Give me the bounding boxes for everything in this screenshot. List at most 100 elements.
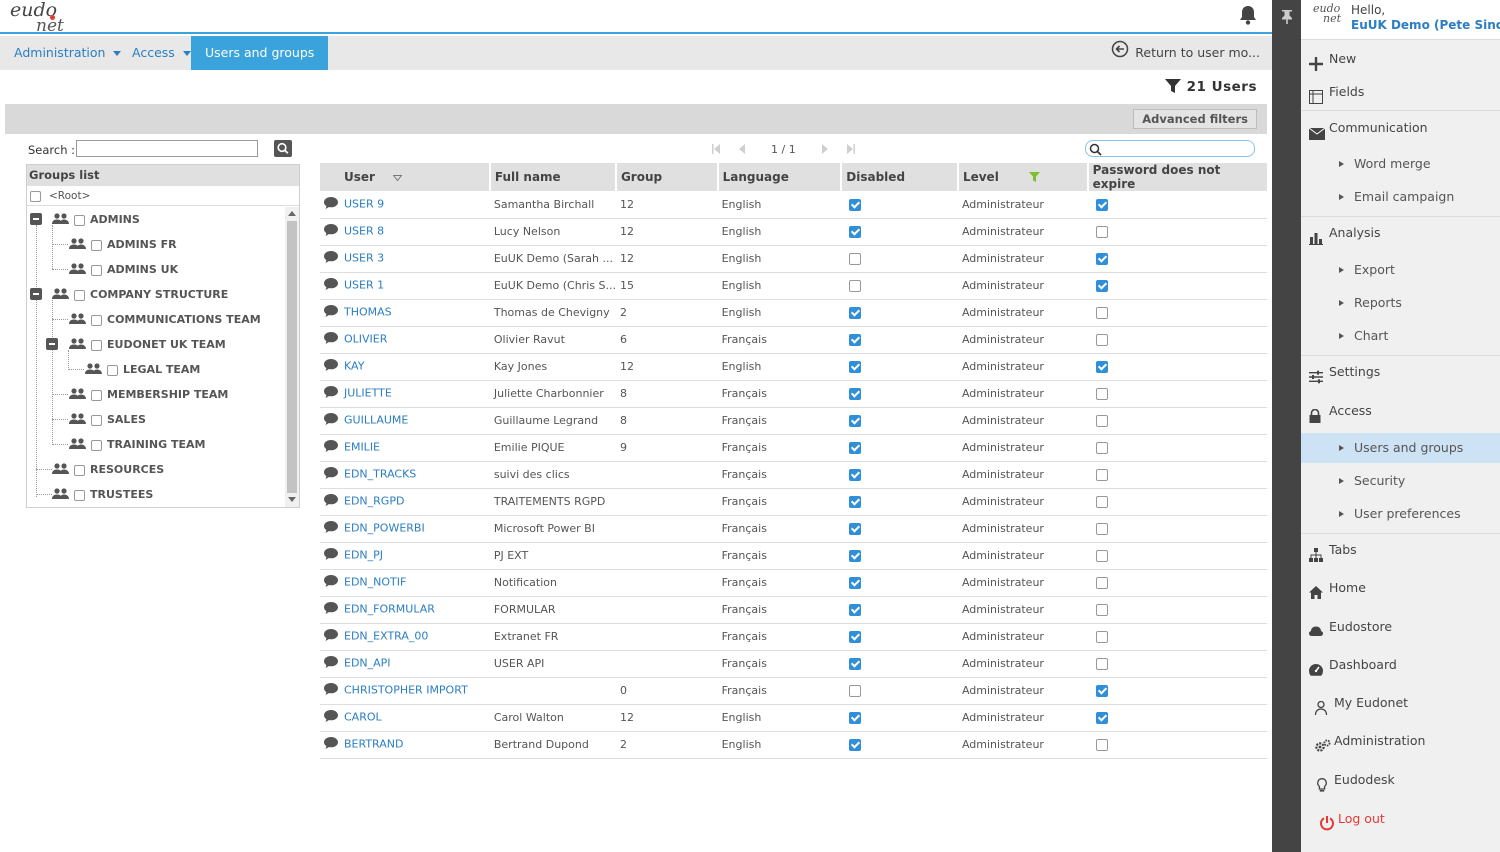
group-checkbox[interactable] <box>91 389 102 401</box>
table-row[interactable]: EDN_FORMULAR FORMULAR Français Administrate… <box>320 596 1267 624</box>
app-logo[interactable]: eudo net <box>10 1 64 35</box>
disabled-checkbox[interactable] <box>849 253 862 265</box>
menu-item-my-eudonet[interactable]: My Eudonet <box>1301 688 1500 718</box>
group-checkbox[interactable] <box>74 464 85 476</box>
user-cell[interactable]: USER 1 <box>320 272 490 300</box>
user-link[interactable]: CHRISTOPHER IMPORT <box>344 684 468 697</box>
table-row[interactable]: USER 8 Lucy Nelson 12 English Administrateur <box>320 218 1267 246</box>
collapse-icon[interactable] <box>30 288 42 300</box>
password-checkbox[interactable] <box>1095 280 1108 292</box>
group-checkbox[interactable] <box>74 214 85 226</box>
tree-node-training-team[interactable]: TRAINING TEAM <box>69 432 205 457</box>
user-cell[interactable]: KAY <box>320 353 490 381</box>
menu-item-log-out[interactable]: Log out <box>1301 804 1500 834</box>
password-checkbox[interactable] <box>1095 334 1108 346</box>
column-header-level[interactable]: Level <box>956 163 1088 191</box>
user-link[interactable]: EDN_EXTRA_00 <box>344 630 428 643</box>
user-cell[interactable]: EDN_NOTIF <box>320 569 490 597</box>
user-cell[interactable]: BERTRAND <box>320 731 490 759</box>
comment-icon[interactable] <box>324 440 338 455</box>
user-link[interactable]: USER 3 <box>344 252 384 265</box>
breadcrumb-access[interactable]: Access <box>132 36 191 70</box>
user-link[interactable]: EDN_TRACKS <box>344 468 416 481</box>
table-row[interactable]: EDN_RGPD TRAITEMENTS RGPD Français Administ… <box>320 488 1267 516</box>
tree-node-admins-fr[interactable]: ADMINS FR <box>69 232 177 257</box>
disabled-checkbox[interactable] <box>849 550 862 562</box>
disabled-checkbox[interactable] <box>849 712 862 724</box>
menu-item-email-campaign[interactable]: Email campaign <box>1301 182 1500 212</box>
comment-icon[interactable] <box>324 656 338 671</box>
user-link[interactable]: USER 8 <box>344 225 384 238</box>
user-link[interactable]: JULIETTE <box>344 387 392 400</box>
return-to-user-mode-button[interactable]: Return to user mo... <box>1111 36 1260 70</box>
user-cell[interactable]: GUILLAUME <box>320 407 490 435</box>
user-link[interactable]: EDN_RGPD <box>344 495 404 508</box>
sort-icon[interactable] <box>392 175 403 182</box>
comment-icon[interactable] <box>324 710 338 725</box>
user-cell[interactable]: JULIETTE <box>320 380 490 408</box>
breadcrumb-administration[interactable]: Administration <box>14 36 122 70</box>
user-cell[interactable]: EDN_PJ <box>320 542 490 570</box>
table-row[interactable]: EDN_POWERBI Microsoft Power BI Français Adm… <box>320 515 1267 543</box>
menu-item-export[interactable]: Export <box>1301 255 1500 285</box>
user-link[interactable]: CAROL <box>344 711 382 724</box>
advanced-filters-button[interactable]: Advanced filters <box>1133 109 1257 129</box>
password-checkbox[interactable] <box>1095 550 1108 562</box>
bell-icon[interactable] <box>1236 4 1260 26</box>
comment-icon[interactable] <box>324 521 338 536</box>
tree-root[interactable]: <Root> <box>27 186 299 206</box>
menu-item-users-and-groups[interactable]: Users and groups <box>1301 433 1500 463</box>
collapse-icon[interactable] <box>30 213 42 225</box>
password-checkbox[interactable] <box>1095 226 1108 238</box>
menu-item-user-preferences[interactable]: User preferences <box>1301 499 1500 529</box>
password-checkbox[interactable] <box>1095 604 1108 616</box>
column-header-disabled[interactable]: Disabled <box>840 163 958 191</box>
tree-node-sales[interactable]: SALES <box>69 407 146 432</box>
table-row[interactable]: BERTRAND Bertrand Dupond 2 English Administr… <box>320 731 1267 759</box>
disabled-checkbox[interactable] <box>849 523 862 535</box>
password-checkbox[interactable] <box>1095 739 1108 751</box>
comment-icon[interactable] <box>324 224 338 239</box>
menu-item-security[interactable]: Security <box>1301 466 1500 496</box>
password-checkbox[interactable] <box>1095 496 1108 508</box>
table-row[interactable]: JULIETTE Juliette Charbonnier 8 Français Adm… <box>320 380 1267 408</box>
user-cell[interactable]: EDN_POWERBI <box>320 515 490 543</box>
menu-item-analysis[interactable]: Analysis <box>1301 218 1500 248</box>
group-checkbox[interactable] <box>91 264 102 276</box>
tree-node-communications-team[interactable]: COMMUNICATIONS TEAM <box>69 307 261 332</box>
menu-item-fields[interactable]: Fields <box>1301 77 1500 107</box>
scroll-thumb[interactable] <box>287 221 297 493</box>
menu-item-home[interactable]: Home <box>1301 573 1500 603</box>
group-checkbox[interactable] <box>74 489 85 501</box>
password-checkbox[interactable] <box>1095 253 1108 265</box>
tree-node-trustees[interactable]: TRUSTEES <box>52 482 153 507</box>
scroll-up-icon[interactable] <box>288 211 296 216</box>
table-row[interactable]: EDN_PJ PJ EXT Français Administrateur <box>320 542 1267 570</box>
password-checkbox[interactable] <box>1095 469 1108 481</box>
menu-item-new[interactable]: New <box>1301 44 1500 74</box>
menu-item-word-merge[interactable]: Word merge <box>1301 149 1500 179</box>
user-cell[interactable]: THOMAS <box>320 299 490 327</box>
prev-page-icon[interactable] <box>738 144 746 154</box>
disabled-checkbox[interactable] <box>849 631 862 643</box>
tree-node-eudonet-uk-team[interactable]: EUDONET UK TEAM <box>69 332 226 357</box>
column-header-password-does-not-expire[interactable]: Password does not expire <box>1086 163 1267 191</box>
password-checkbox[interactable] <box>1095 415 1108 427</box>
comment-icon[interactable] <box>324 413 338 428</box>
menu-item-access[interactable]: Access <box>1301 396 1500 426</box>
password-checkbox[interactable] <box>1095 388 1108 400</box>
table-row[interactable]: KAY Kay Jones 12 English Administrateur <box>320 353 1267 381</box>
group-checkbox[interactable] <box>91 439 102 451</box>
group-checkbox[interactable] <box>74 289 85 301</box>
menu-item-tabs[interactable]: Tabs <box>1301 535 1500 565</box>
menu-item-dashboard[interactable]: Dashboard <box>1301 650 1500 680</box>
user-link[interactable]: BERTRAND <box>344 738 403 751</box>
group-checkbox[interactable] <box>91 239 102 251</box>
comment-icon[interactable] <box>324 359 338 374</box>
user-link[interactable]: GUILLAUME <box>344 414 408 427</box>
user-link[interactable]: KAY <box>344 360 364 373</box>
tree-node-company-structure[interactable]: COMPANY STRUCTURE <box>52 282 228 307</box>
menu-item-reports[interactable]: Reports <box>1301 288 1500 318</box>
disabled-checkbox[interactable] <box>849 415 862 427</box>
disabled-checkbox[interactable] <box>849 685 862 697</box>
